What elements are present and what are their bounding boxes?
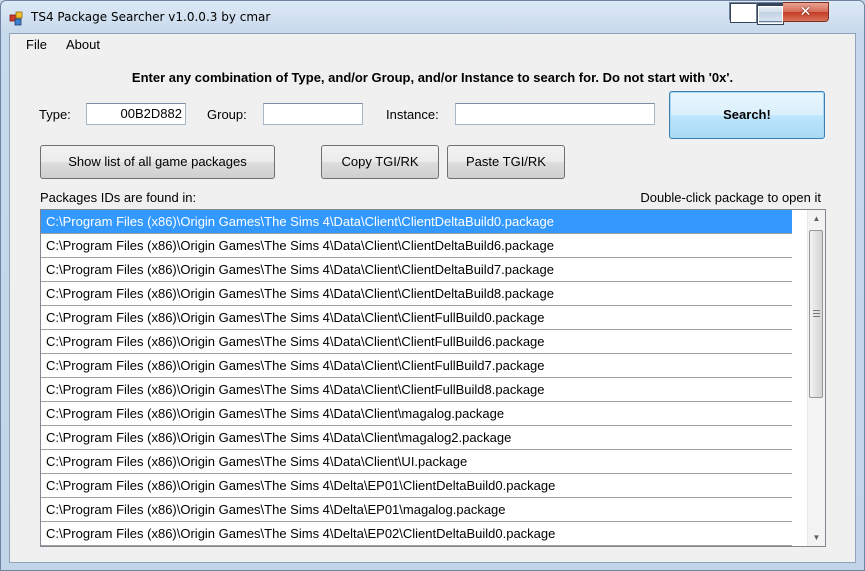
type-label: Type:: [39, 107, 71, 122]
list-item[interactable]: C:\Program Files (x86)\Origin Games\The …: [41, 498, 792, 522]
menu-bar: File About: [10, 34, 855, 56]
close-icon: ✕: [799, 4, 812, 20]
maximize-icon: [757, 3, 784, 25]
list-item[interactable]: C:\Program Files (x86)\Origin Games\The …: [41, 234, 792, 258]
title-bar[interactable]: TS4 Package Searcher v1.0.0.3 by cmar ✕: [1, 1, 864, 33]
show-list-button[interactable]: Show list of all game packages: [40, 145, 275, 179]
group-label: Group:: [207, 107, 247, 122]
scroll-up-icon[interactable]: ▲: [808, 210, 825, 227]
open-hint-label: Double-click package to open it: [640, 190, 821, 205]
copy-tgi-button[interactable]: Copy TGI/RK: [321, 145, 439, 179]
list-item[interactable]: C:\Program Files (x86)\Origin Games\The …: [41, 210, 792, 234]
list-item[interactable]: C:\Program Files (x86)\Origin Games\The …: [41, 354, 792, 378]
instructions-label: Enter any combination of Type, and/or Gr…: [131, 70, 734, 85]
list-item[interactable]: C:\Program Files (x86)\Origin Games\The …: [41, 426, 792, 450]
app-icon: [9, 11, 23, 26]
list-item[interactable]: C:\Program Files (x86)\Origin Games\The …: [41, 282, 792, 306]
list-item[interactable]: C:\Program Files (x86)\Origin Games\The …: [41, 378, 792, 402]
type-input[interactable]: 00B2D882: [86, 103, 186, 125]
list-item[interactable]: C:\Program Files (x86)\Origin Games\The …: [41, 258, 792, 282]
scroll-down-icon[interactable]: ▼: [808, 529, 825, 546]
menu-about[interactable]: About: [62, 37, 104, 52]
minimize-icon: [730, 3, 758, 23]
close-button[interactable]: ✕: [783, 2, 829, 22]
paste-tgi-button[interactable]: Paste TGI/RK: [447, 145, 565, 179]
list-item[interactable]: C:\Program Files (x86)\Origin Games\The …: [41, 306, 792, 330]
instance-label: Instance:: [386, 107, 439, 122]
list-item[interactable]: C:\Program Files (x86)\Origin Games\The …: [41, 330, 792, 354]
search-button[interactable]: Search!: [669, 91, 825, 139]
menu-file[interactable]: File: [22, 37, 51, 52]
minimize-button[interactable]: [729, 2, 758, 23]
maximize-button[interactable]: [756, 2, 784, 25]
list-item[interactable]: C:\Program Files (x86)\Origin Games\The …: [41, 474, 792, 498]
results-label: Packages IDs are found in:: [40, 190, 197, 205]
list-item[interactable]: C:\Program Files (x86)\Origin Games\The …: [41, 522, 792, 546]
package-list-rows: C:\Program Files (x86)\Origin Games\The …: [41, 210, 792, 546]
vertical-scrollbar[interactable]: ▲ ▼: [807, 210, 825, 546]
group-input[interactable]: [263, 103, 363, 125]
instance-input[interactable]: [455, 103, 655, 125]
scroll-thumb[interactable]: [809, 230, 823, 398]
list-item[interactable]: C:\Program Files (x86)\Origin Games\The …: [41, 402, 792, 426]
list-item[interactable]: C:\Program Files (x86)\Origin Games\The …: [41, 450, 792, 474]
package-list[interactable]: C:\Program Files (x86)\Origin Games\The …: [40, 209, 826, 547]
app-window: TS4 Package Searcher v1.0.0.3 by cmar ✕ …: [0, 0, 865, 571]
window-title: TS4 Package Searcher v1.0.0.3 by cmar: [31, 10, 271, 24]
client-area: File About Enter any combination of Type…: [9, 33, 856, 563]
